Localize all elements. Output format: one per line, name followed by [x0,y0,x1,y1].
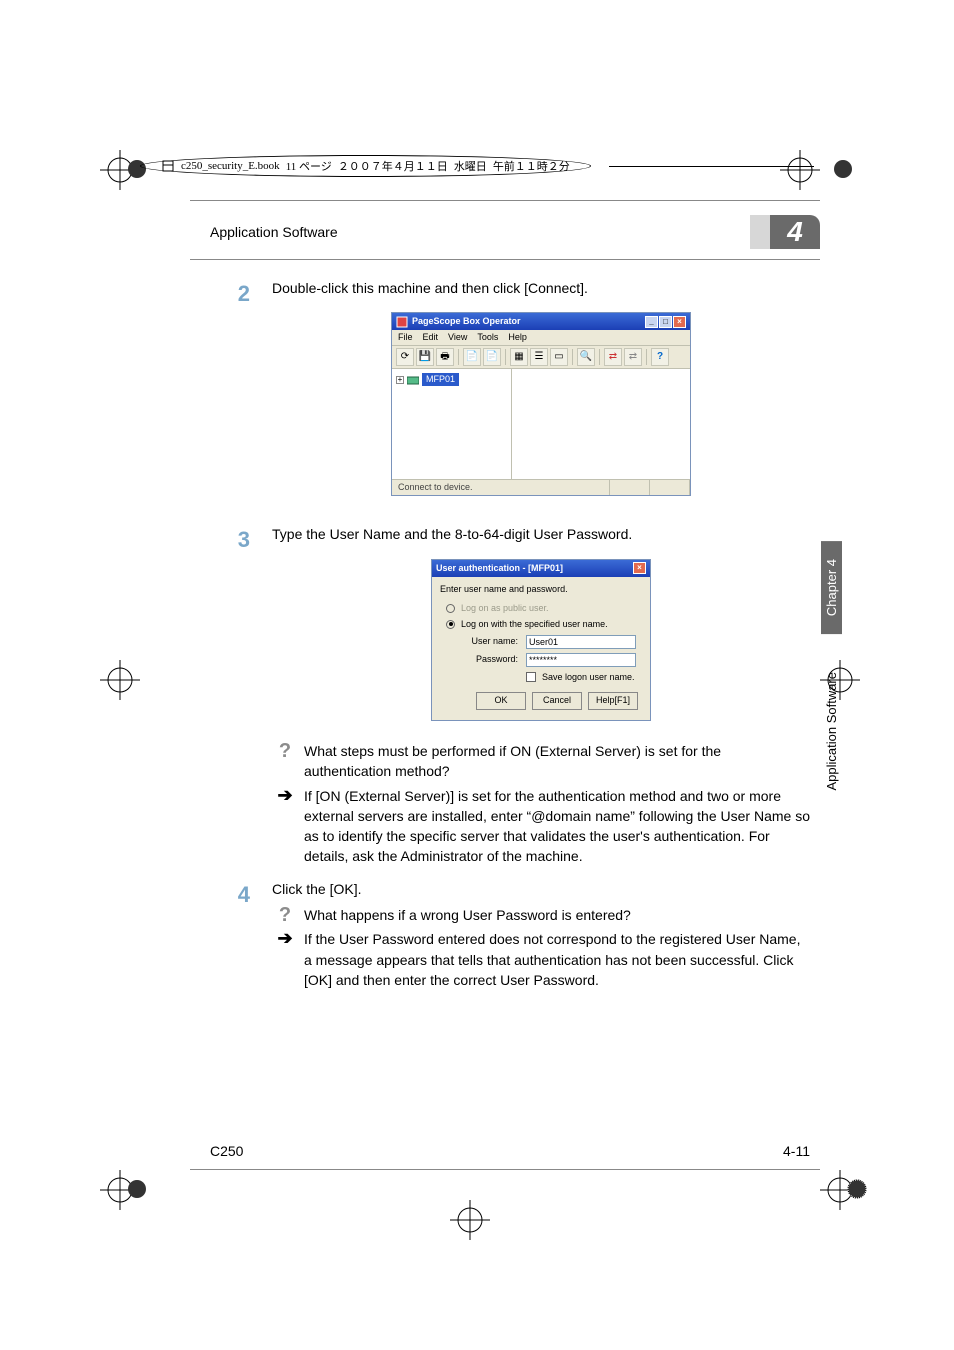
checkbox-label: Save logon user name. [542,671,635,684]
device-icon [407,375,419,385]
toolbar-button[interactable]: ☰ [530,348,548,366]
toolbar-disconnect-button[interactable]: ⇄ [624,348,642,366]
book-info-header: c250_security_E.book 11 ページ ２００７年４月１１日 水… [140,155,814,177]
answer-text: If [ON (External Server)] is set for the… [304,786,810,867]
save-logon-checkbox-row[interactable]: Save logon user name. [526,671,642,684]
chapter-pill: 4 [750,215,820,249]
book-weekday: 水曜日 [454,158,487,174]
menu-help[interactable]: Help [508,331,527,344]
step-text: Double-click this machine and then click… [272,278,810,298]
arrow-icon: ➔ [276,929,294,990]
toolbar-button[interactable]: ▭ [550,348,568,366]
book-filename: c250_security_E.book [181,160,280,172]
book-time: 午前１１時２分 [493,158,570,174]
side-tabs: Chapter 4 Application Software [821,541,842,809]
menubar: File Edit View Tools Help [392,330,690,346]
dialog-instruction: Enter user name and password. [440,583,642,596]
statusbar: Connect to device. [392,479,690,495]
close-button[interactable]: × [673,316,686,328]
username-input[interactable] [526,635,636,649]
reg-mark [450,1200,490,1240]
tree-node-label[interactable]: MFP01 [422,373,459,386]
password-input[interactable] [526,653,636,667]
reg-bead [832,158,854,180]
checkbox-icon[interactable] [526,672,536,682]
figure-auth-dialog: User authentication - [MFP01] × Enter us… [272,559,810,721]
reg-mark [100,660,140,700]
question-text: What happens if a wrong User Password is… [304,905,810,925]
side-tab-chapter: Chapter 4 [821,541,842,634]
step-2: 2 Double-click this machine and then cli… [190,278,820,516]
toolbar-button[interactable]: ⟳ [396,348,414,366]
toolbar-connect-button[interactable]: ⇄ [604,348,622,366]
toolbar-button[interactable]: 📄 [463,348,481,366]
radio-icon [446,604,455,613]
cancel-button[interactable]: Cancel [532,692,582,710]
footer-model: C250 [210,1143,243,1159]
content-frame: Application Software 4 2 Double-click th… [190,200,820,1170]
book-date: ２００７年４月１１日 [338,158,448,174]
help-button[interactable]: Help[F1] [588,692,638,710]
toolbar-button[interactable]: 🖶 [436,348,454,366]
toolbar-button[interactable]: 💾 [416,348,434,366]
chapter-number: 4 [770,215,820,249]
question-icon: ? [276,905,294,925]
radio-label: Log on as public user. [461,602,549,615]
toolbar-help-button[interactable]: ? [651,348,669,366]
reg-bead [846,1178,868,1200]
answer-block: ➔ If the User Password entered does not … [276,929,810,990]
toolbar-button[interactable]: ▦ [510,348,528,366]
status-text: Connect to device. [392,480,610,495]
step-3: 3 Type the User Name and the 8-to-64-dig… [190,524,820,870]
password-label: Password: [468,653,518,666]
app-icon [396,316,408,328]
radio-label: Log on with the specified user name. [461,618,608,631]
ok-button[interactable]: OK [476,692,526,710]
step-4: 4 Click the [OK]. ? What happens if a wr… [190,879,820,994]
tree-expand-icon[interactable]: + [396,376,404,384]
arrow-icon: ➔ [276,786,294,867]
minimize-button[interactable]: _ [645,316,658,328]
menu-edit[interactable]: Edit [423,331,439,344]
step-number: 3 [190,524,250,870]
window-title: PageScope Box Operator [412,315,521,328]
dialog-title: User authentication - [MFP01] [436,562,563,575]
content-pane [512,369,690,479]
answer-text: If the User Password entered does not co… [304,929,810,990]
toolbar-button[interactable]: 📄 [483,348,501,366]
radio-specified-user[interactable]: Log on with the specified user name. [446,618,642,631]
radio-public-user: Log on as public user. [446,602,642,615]
toolbar-button[interactable]: 🔍 [577,348,595,366]
book-page: 11 ページ [286,158,332,174]
menu-tools[interactable]: Tools [477,331,498,344]
maximize-button[interactable]: □ [659,316,672,328]
question-icon: ? [276,741,294,782]
page-footer: C250 4-11 [210,1143,810,1159]
question-text: What steps must be performed if ON (Exte… [304,741,810,782]
close-button[interactable]: × [633,562,646,574]
window-titlebar: PageScope Box Operator _ □ × [392,313,690,330]
radio-icon [446,620,455,629]
dialog-titlebar: User authentication - [MFP01] × [432,560,650,577]
reg-bead [126,1178,148,1200]
book-icon [161,159,175,173]
question-block: ? What steps must be performed if ON (Ex… [276,741,810,782]
figure-box-operator: PageScope Box Operator _ □ × File Edit [272,312,810,496]
menu-file[interactable]: File [398,331,413,344]
device-tree: + MFP01 [392,369,512,479]
section-title: Application Software [210,224,338,240]
section-header: Application Software 4 [190,201,820,260]
side-tab-section: Application Software [821,654,842,809]
answer-block: ➔ If [ON (External Server)] is set for t… [276,786,810,867]
question-block: ? What happens if a wrong User Password … [276,905,810,925]
step-text: Click the [OK]. [272,879,810,899]
username-label: User name: [468,635,518,648]
toolbar: ⟳ 💾 🖶 📄 📄 ▦ ☰ ▭ 🔍 [392,346,690,369]
step-number: 2 [190,278,250,516]
step-number: 4 [190,879,250,994]
step-text: Type the User Name and the 8-to-64-digit… [272,524,810,544]
footer-page: 4-11 [783,1143,810,1159]
menu-view[interactable]: View [448,331,467,344]
